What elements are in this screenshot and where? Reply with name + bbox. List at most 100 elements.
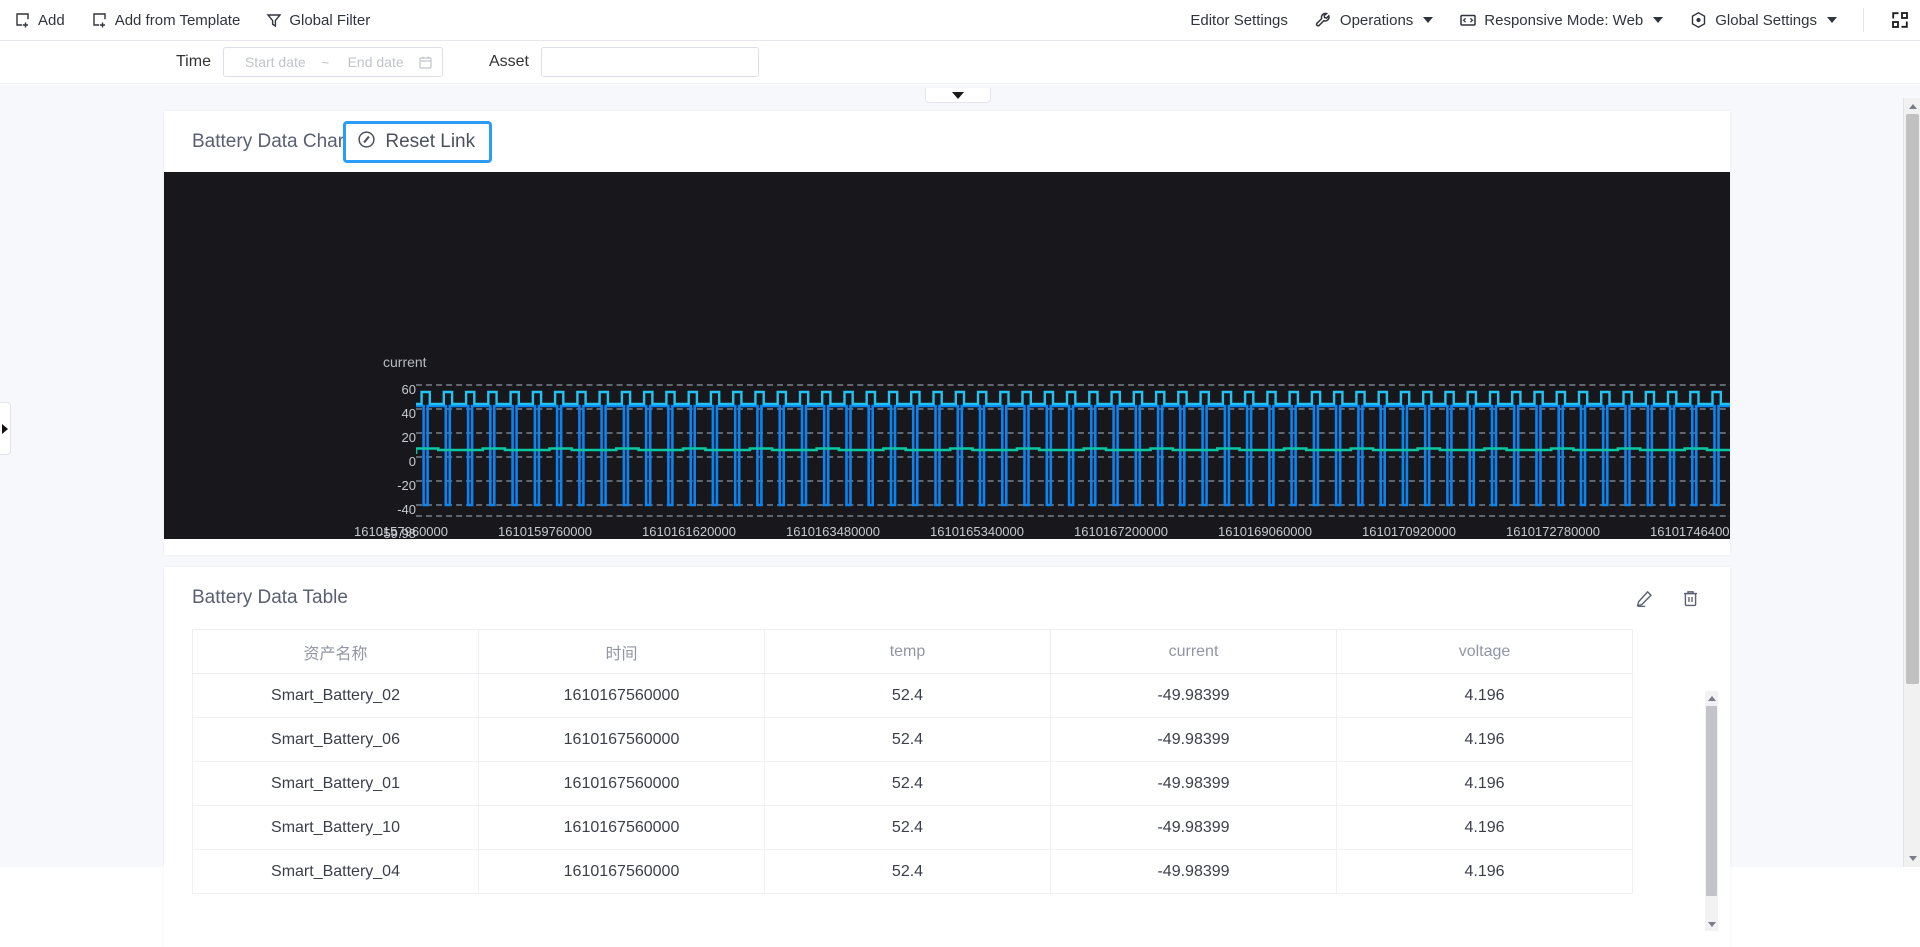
asset-filter-label: Asset bbox=[489, 53, 529, 71]
cell-temp: 52.4 bbox=[765, 850, 1051, 894]
y-tick: 60 bbox=[354, 384, 416, 408]
responsive-icon bbox=[1459, 11, 1477, 29]
battery-data-table-widget[interactable]: Battery Data Table bbox=[164, 567, 1730, 947]
editor-settings-button[interactable]: Editor Settings bbox=[1190, 13, 1288, 28]
add-button-label: Add bbox=[38, 13, 65, 28]
y-tick: -20 bbox=[354, 480, 416, 504]
wrench-icon bbox=[1314, 11, 1333, 30]
chevron-down-icon bbox=[1423, 17, 1433, 23]
time-filter-label: Time bbox=[176, 53, 211, 71]
global-filter-bar: Time Start date ~ End date Asset bbox=[0, 41, 1920, 84]
cell-current: -49.98399 bbox=[1051, 674, 1337, 718]
table-actions bbox=[1635, 589, 1700, 608]
table-row[interactable]: Smart_Battery_06 1610167560000 52.4 -49.… bbox=[193, 718, 1633, 762]
add-button[interactable]: Add bbox=[14, 12, 65, 29]
global-settings-menu[interactable]: Global Settings bbox=[1689, 11, 1837, 30]
scroll-up-arrow-icon[interactable] bbox=[1904, 98, 1920, 115]
x-tick: 1610159760000 bbox=[498, 524, 592, 539]
cell-voltage: 4.196 bbox=[1337, 850, 1633, 894]
end-date-input[interactable]: End date bbox=[333, 54, 418, 70]
chart-title: Battery Data Chart bbox=[192, 131, 349, 153]
cell-temp: 52.4 bbox=[765, 806, 1051, 850]
link-reset-icon bbox=[357, 130, 376, 154]
global-settings-label: Global Settings bbox=[1715, 13, 1817, 28]
filter-collapse-toggle[interactable] bbox=[925, 88, 991, 103]
y-tick: 40 bbox=[354, 408, 416, 432]
dashboard-canvas: Battery Data Chart Reset Link current 时间… bbox=[0, 85, 1920, 867]
x-tick: 1610157960000 bbox=[354, 524, 448, 539]
global-filter-label: Global Filter bbox=[289, 13, 370, 28]
battery-data-chart-widget[interactable]: Battery Data Chart Reset Link current 时间… bbox=[164, 111, 1730, 555]
page-vertical-scrollbar[interactable] bbox=[1903, 98, 1920, 867]
chevron-down-icon bbox=[1827, 17, 1837, 23]
add-square-icon bbox=[14, 12, 31, 29]
operations-label: Operations bbox=[1340, 13, 1413, 28]
x-tick: 1610174640000 bbox=[1650, 524, 1730, 539]
column-header-voltage[interactable]: voltage bbox=[1337, 630, 1633, 674]
operations-menu[interactable]: Operations bbox=[1314, 11, 1433, 30]
responsive-mode-menu[interactable]: Responsive Mode: Web bbox=[1459, 11, 1663, 29]
fullscreen-button[interactable] bbox=[1890, 10, 1910, 30]
range-separator: ~ bbox=[318, 55, 334, 70]
chart-y-axis-ticks: 60 40 20 0 -20 -40 -59.98 bbox=[354, 384, 416, 539]
table-header: Battery Data Table bbox=[164, 567, 1730, 629]
cell-asset-name: Smart_Battery_06 bbox=[193, 718, 479, 762]
chart-plot-area[interactable] bbox=[416, 384, 1730, 516]
scroll-down-arrow-icon[interactable] bbox=[1705, 917, 1718, 931]
expand-corners-icon bbox=[1890, 10, 1910, 30]
table-title: Battery Data Table bbox=[192, 587, 348, 609]
cell-asset-name: Smart_Battery_04 bbox=[193, 850, 479, 894]
scroll-up-arrow-icon[interactable] bbox=[1705, 691, 1718, 705]
scrollbar-thumb[interactable] bbox=[1706, 706, 1717, 896]
cell-current: -49.98399 bbox=[1051, 762, 1337, 806]
cell-asset-name: Smart_Battery_01 bbox=[193, 762, 479, 806]
cell-voltage: 4.196 bbox=[1337, 674, 1633, 718]
left-panel-toggle[interactable] bbox=[0, 402, 11, 455]
column-header-time[interactable]: 时间 bbox=[479, 630, 765, 674]
table-vertical-scrollbar[interactable] bbox=[1705, 691, 1718, 931]
toolbar-right-group: Editor Settings Operations Responsive Mo… bbox=[1190, 8, 1920, 32]
cell-time: 1610167560000 bbox=[479, 806, 765, 850]
add-from-template-button[interactable]: Add from Template bbox=[91, 12, 241, 29]
start-date-input[interactable]: Start date bbox=[233, 54, 318, 70]
cell-temp: 52.4 bbox=[765, 718, 1051, 762]
cell-current: -49.98399 bbox=[1051, 718, 1337, 762]
y-tick: 0 bbox=[354, 456, 416, 480]
cell-temp: 52.4 bbox=[765, 674, 1051, 718]
scrollbar-thumb[interactable] bbox=[1906, 114, 1919, 684]
top-toolbar: Add Add from Template Global Filter Edit… bbox=[0, 0, 1920, 41]
reset-link-label: Reset Link bbox=[385, 131, 475, 153]
asset-input[interactable] bbox=[541, 47, 759, 77]
reset-link-button[interactable]: Reset Link bbox=[343, 121, 492, 163]
cell-time: 1610167560000 bbox=[479, 674, 765, 718]
x-tick: 1610165340000 bbox=[930, 524, 1024, 539]
x-tick: 1610170920000 bbox=[1362, 524, 1456, 539]
date-range-picker[interactable]: Start date ~ End date bbox=[223, 47, 443, 77]
column-header-current[interactable]: current bbox=[1051, 630, 1337, 674]
global-filter-button[interactable]: Global Filter bbox=[266, 12, 370, 29]
table-row[interactable]: Smart_Battery_01 1610167560000 52.4 -49.… bbox=[193, 762, 1633, 806]
gear-hex-icon bbox=[1689, 11, 1708, 30]
calendar-icon[interactable] bbox=[418, 55, 433, 70]
column-header-temp[interactable]: temp bbox=[765, 630, 1051, 674]
table-row[interactable]: Smart_Battery_02 1610167560000 52.4 -49.… bbox=[193, 674, 1633, 718]
table-row[interactable]: Smart_Battery_10 1610167560000 52.4 -49.… bbox=[193, 806, 1633, 850]
chevron-right-icon bbox=[2, 424, 8, 434]
column-header-asset-name[interactable]: 资产名称 bbox=[193, 630, 479, 674]
cell-time: 1610167560000 bbox=[479, 850, 765, 894]
trash-icon[interactable] bbox=[1681, 589, 1700, 608]
cell-asset-name: Smart_Battery_10 bbox=[193, 806, 479, 850]
pencil-icon[interactable] bbox=[1635, 589, 1654, 608]
x-tick: 1610172780000 bbox=[1506, 524, 1600, 539]
cell-current: -49.98399 bbox=[1051, 806, 1337, 850]
cell-voltage: 4.196 bbox=[1337, 806, 1633, 850]
table-scroll-container[interactable]: 资产名称 时间 temp current voltage Smart_Batte… bbox=[192, 629, 1702, 929]
scroll-down-arrow-icon[interactable] bbox=[1904, 850, 1920, 867]
chart-plot-container[interactable]: current 时间 60 40 20 0 -20 -40 -59.98 bbox=[164, 172, 1730, 539]
chart-y-axis-name: current bbox=[383, 354, 427, 370]
responsive-mode-label: Responsive Mode: Web bbox=[1484, 13, 1643, 28]
toolbar-divider bbox=[1863, 8, 1864, 32]
cell-time: 1610167560000 bbox=[479, 762, 765, 806]
filter-funnel-icon bbox=[266, 12, 282, 29]
table-row[interactable]: Smart_Battery_04 1610167560000 52.4 -49.… bbox=[193, 850, 1633, 894]
